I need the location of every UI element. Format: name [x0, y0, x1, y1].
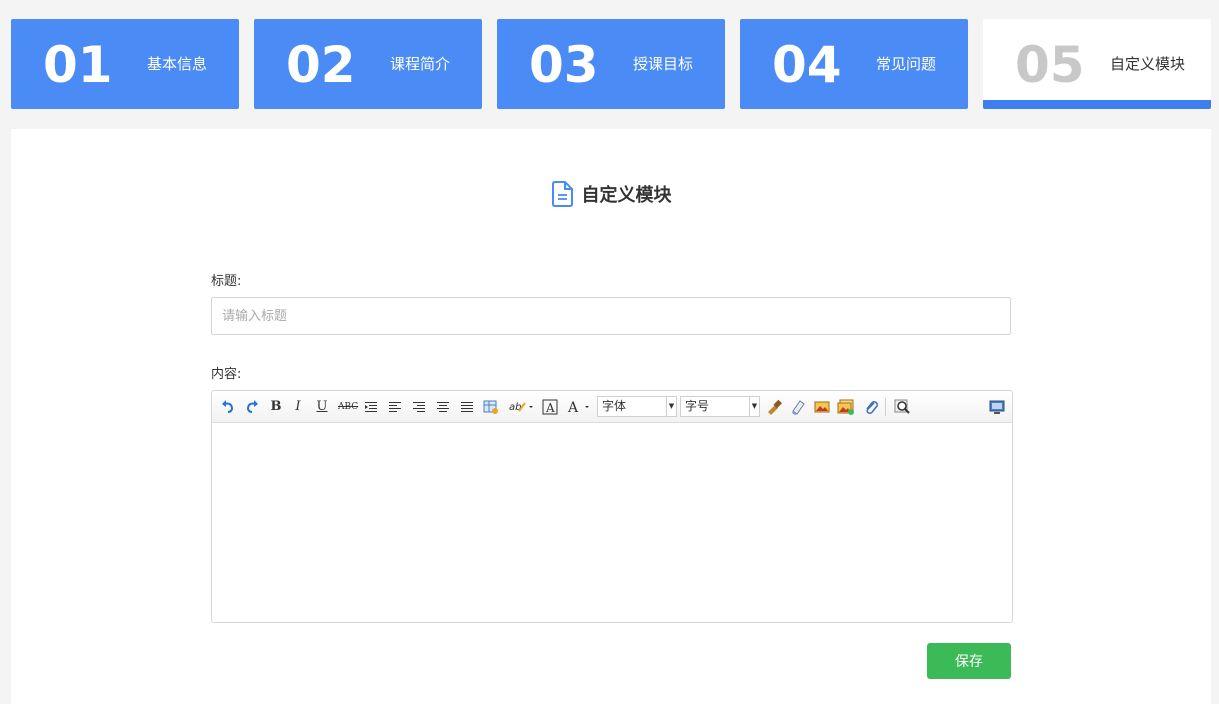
- step-tab-02[interactable]: 02 课程简介: [254, 19, 482, 109]
- save-button[interactable]: 保存: [927, 643, 1011, 679]
- text-border-icon[interactable]: A: [542, 398, 558, 416]
- fullscreen-icon[interactable]: [989, 398, 1005, 416]
- font-family-value: 字体: [602, 399, 627, 413]
- svg-text:A: A: [567, 400, 579, 416]
- bold-icon[interactable]: B: [269, 398, 283, 416]
- redo-icon[interactable]: [244, 398, 260, 416]
- step-number: 03: [529, 36, 599, 94]
- insert-table-icon[interactable]: [483, 398, 499, 416]
- image-icon[interactable]: [814, 398, 830, 416]
- step-number: 04: [772, 36, 842, 94]
- undo-icon[interactable]: [220, 398, 236, 416]
- align-center-icon[interactable]: [436, 398, 450, 416]
- attachment-icon[interactable]: [863, 398, 879, 416]
- step-label: 常见问题: [875, 55, 936, 73]
- step-label: 基本信息: [146, 55, 207, 73]
- font-color-icon[interactable]: A: [567, 398, 591, 416]
- toolbar-separator: [885, 398, 886, 416]
- italic-icon[interactable]: I: [292, 398, 304, 416]
- main-card: 自定义模块 标题: 内容: B I U ABC: [11, 129, 1211, 704]
- step-number: 02: [286, 36, 356, 94]
- content-label: 内容:: [211, 367, 242, 382]
- format-brush-icon[interactable]: [766, 398, 782, 416]
- rich-text-editor: B I U ABC ab A A 字体 ▼ 字号 ▼: [211, 390, 1013, 623]
- multi-image-icon[interactable]: [837, 398, 855, 416]
- svg-text:A: A: [545, 401, 555, 415]
- step-tab-01[interactable]: 01 基本信息: [11, 19, 239, 109]
- outdent-icon[interactable]: [364, 398, 378, 416]
- editor-toolbar: B I U ABC ab A A 字体 ▼ 字号 ▼: [212, 391, 1012, 423]
- step-label: 课程简介: [389, 55, 450, 73]
- strikethrough-icon[interactable]: ABC: [338, 398, 358, 416]
- document-icon: [551, 181, 574, 207]
- chevron-down-icon: ▼: [666, 397, 676, 416]
- align-right-icon[interactable]: [412, 398, 426, 416]
- search-replace-icon[interactable]: [894, 398, 912, 416]
- step-tab-04[interactable]: 04 常见问题: [740, 19, 968, 109]
- chevron-down-icon: ▼: [749, 397, 759, 416]
- title-label: 标题:: [211, 274, 242, 289]
- step-tabs: 01 基本信息 02 课程简介 03 授课目标 04 常见问题 05 自定义模块: [11, 19, 1211, 109]
- page-title: 自定义模块: [581, 185, 672, 206]
- title-row: 自定义模块: [11, 181, 1211, 211]
- align-justify-icon[interactable]: [460, 398, 474, 416]
- eraser-icon[interactable]: [790, 398, 806, 416]
- title-input[interactable]: [211, 297, 1011, 335]
- step-number: 05: [1015, 36, 1085, 94]
- step-label: 自定义模块: [1109, 55, 1185, 73]
- underline-icon[interactable]: U: [315, 398, 329, 416]
- active-step-indicator: [983, 100, 1211, 109]
- font-size-select[interactable]: 字号 ▼: [680, 396, 760, 417]
- font-size-value: 字号: [685, 399, 710, 413]
- align-left-icon[interactable]: [388, 398, 402, 416]
- step-tab-05[interactable]: 05 自定义模块: [983, 19, 1211, 109]
- step-tab-03[interactable]: 03 授课目标: [497, 19, 725, 109]
- editor-content-area[interactable]: [212, 423, 1012, 622]
- highlight-color-icon[interactable]: ab: [508, 398, 534, 416]
- step-label: 授课目标: [632, 55, 693, 73]
- step-number: 01: [43, 36, 113, 94]
- font-family-select[interactable]: 字体 ▼: [597, 396, 677, 417]
